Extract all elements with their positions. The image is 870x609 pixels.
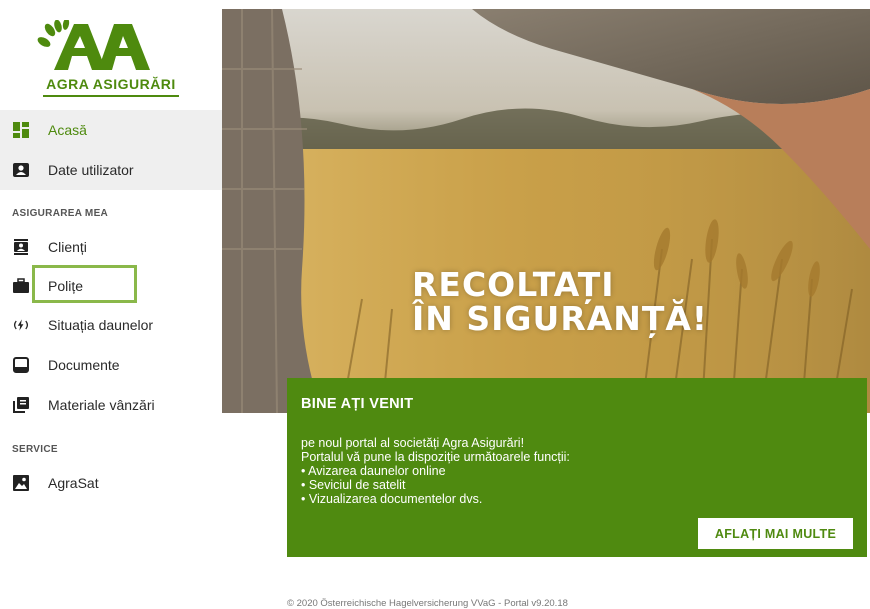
sidebar-item-label: Acasă — [48, 122, 87, 138]
storm-icon — [13, 317, 29, 333]
sidebar-item-documente[interactable]: Documente — [0, 346, 222, 384]
brand-name: AGRA ASIGURĂRI — [0, 76, 222, 97]
hero-banner: RECOLTAȚI ÎN SIGURANȚĂ! — [222, 9, 870, 413]
user-card-icon — [13, 162, 29, 178]
sidebar-item-label: Clienți — [48, 239, 87, 255]
hero-wheat-image — [222, 9, 870, 413]
learn-more-button[interactable]: AFLAȚI MAI MULTE — [698, 518, 853, 549]
image-icon — [13, 475, 29, 491]
feature-item: • Seviciul de satelit — [301, 478, 406, 492]
sidebar-item-acasa[interactable]: Acasă — [0, 111, 222, 149]
sidebar-item-label: Materiale vânzări — [48, 397, 155, 413]
focus-highlight — [32, 265, 137, 303]
feature-item: • Vizualizarea documentelor dvs. — [301, 492, 483, 506]
welcome-line: Portalul vă pune la dispoziție următoare… — [301, 450, 570, 464]
sidebar-item-label: Situația daunelor — [48, 317, 154, 333]
welcome-title: BINE AȚI VENIT — [301, 396, 414, 412]
sidebar-item-date-utilizator[interactable]: Date utilizator — [0, 151, 222, 189]
welcome-card: BINE AȚI VENIT pe noul portal al societă… — [287, 378, 867, 557]
feature-item: • Avizarea daunelor online — [301, 464, 446, 478]
library-icon — [13, 397, 29, 413]
logo-mark — [37, 20, 150, 70]
footer-copyright: © 2020 Österreichische Hagelversicherung… — [287, 598, 568, 609]
sidebar-item-label: AgraSat — [48, 475, 99, 491]
sidebar-item-label: Date utilizator — [48, 162, 134, 178]
document-icon — [13, 357, 29, 373]
sidebar-item-agrasat[interactable]: AgraSat — [0, 464, 222, 502]
section-title-service: SERVICE — [12, 444, 58, 455]
hero-headline: RECOLTAȚI ÎN SIGURANȚĂ! — [412, 268, 708, 336]
contacts-icon — [13, 239, 29, 255]
welcome-body: pe noul portal al societăți Agra Asigură… — [301, 436, 570, 506]
sidebar-item-situatia-daunelor[interactable]: Situația daunelor — [0, 306, 222, 344]
sidebar-item-materiale-vanzari[interactable]: Materiale vânzări — [0, 386, 222, 424]
briefcase-icon — [13, 278, 29, 294]
hero-headline-line1: RECOLTAȚI — [412, 265, 615, 304]
hero-headline-line2: ÎN SIGURANȚĂ! — [412, 299, 708, 338]
sidebar-item-label: Documente — [48, 357, 120, 373]
brand-logo[interactable]: AGRA ASIGURĂRI — [0, 14, 222, 104]
dashboard-icon — [13, 122, 29, 138]
sidebar: AGRA ASIGURĂRI Acasă Date utilizator ASI… — [0, 0, 222, 606]
welcome-line: pe noul portal al societăți Agra Asigură… — [301, 436, 525, 450]
sidebar-item-clienti[interactable]: Clienți — [0, 228, 222, 266]
section-title-asigurarea-mea: ASIGURAREA MEA — [12, 208, 109, 219]
